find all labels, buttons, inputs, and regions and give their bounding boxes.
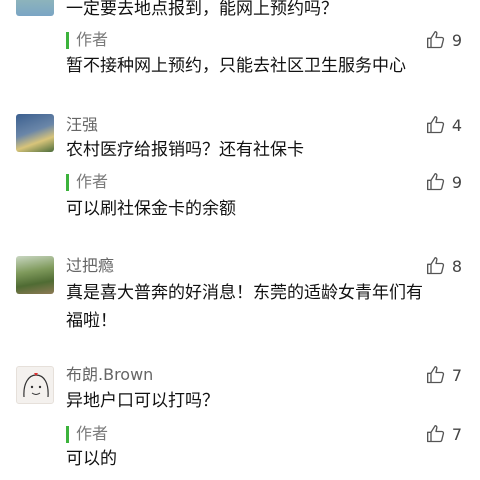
comment-text-line2: 福啦！ [66,311,117,331]
avatar [16,366,54,404]
reply-author: 作者 [76,172,109,191]
avatar [16,114,54,152]
thumbs-up-icon [426,366,444,384]
reply-text: 可以的 [66,449,117,469]
like-count: 9 [451,172,462,192]
thumbs-up-icon [426,257,444,275]
reply-text: 暂不接种网上预约，只能去社区卫生服务中心 [66,56,406,76]
avatar [16,0,54,16]
author-reply-bar [66,174,69,191]
like-button[interactable]: 8 [426,256,462,276]
reply-author: 作者 [76,30,109,49]
comment-text: 异地户口可以打吗？ [66,391,219,411]
comment-text-line1: 真是喜大普奔的好消息！东莞的适龄女青年们有 [66,283,423,303]
author-reply-bar [66,426,69,443]
like-count: 9 [451,30,462,50]
author-reply-bar [66,32,69,49]
thumbs-up-icon [426,173,444,191]
comment-text: 农村医疗给报销吗？还有社保卡 [66,140,304,160]
like-count: 4 [451,115,462,135]
avatar [16,256,54,294]
reply-author: 作者 [76,424,109,443]
like-button[interactable]: 9 [426,30,462,50]
comment-author: 过把瘾 [66,256,115,275]
comment-text: 一定要去地点报到，能网上预约吗？ [66,0,338,19]
like-button[interactable]: 9 [426,172,462,192]
like-button[interactable]: 4 [426,115,462,135]
comment-author: 汪强 [66,115,99,134]
reply-text: 可以刷社保金卡的余额 [66,199,236,219]
like-count: 8 [451,256,462,276]
cartoon-face-icon [23,373,49,398]
like-count: 7 [451,365,462,385]
like-button[interactable]: 7 [426,365,462,385]
thumbs-up-icon [426,116,444,134]
like-count: 7 [451,424,462,444]
like-button[interactable]: 7 [426,424,462,444]
thumbs-up-icon [426,425,444,443]
thumbs-up-icon [426,31,444,49]
comment-author: 布朗.Brown [66,365,154,384]
